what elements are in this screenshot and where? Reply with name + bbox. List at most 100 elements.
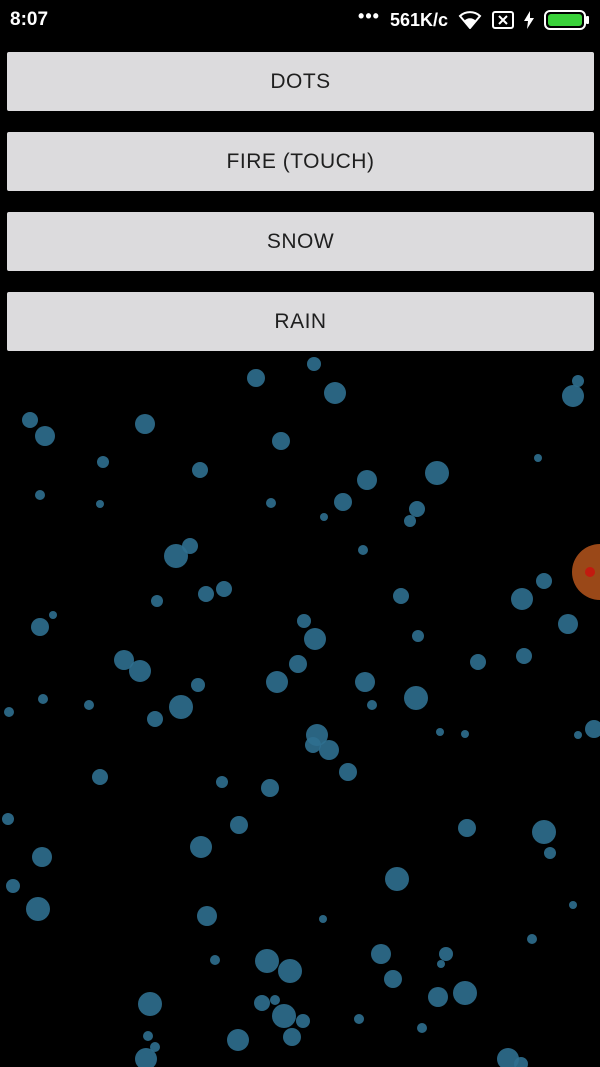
snow-particle	[412, 630, 424, 642]
snow-particle	[216, 776, 228, 788]
snow-particle	[569, 901, 577, 909]
status-icons: ••• 561K/c	[358, 6, 590, 31]
snow-particle	[129, 660, 151, 682]
snow-particle	[354, 1014, 364, 1024]
snow-particle	[230, 816, 248, 834]
snow-particle	[270, 995, 280, 1005]
snow-particle	[38, 694, 48, 704]
snow-particle	[6, 879, 20, 893]
snow-particle	[428, 987, 448, 1007]
snow-particle	[384, 970, 402, 988]
snow-particle	[367, 700, 377, 710]
wifi-icon	[458, 11, 482, 29]
snow-particle	[198, 586, 214, 602]
snow-particle	[324, 382, 346, 404]
snow-particle	[319, 740, 339, 760]
snow-particle	[272, 432, 290, 450]
snow-particle	[289, 655, 307, 673]
rain-button[interactable]: RAIN	[7, 292, 594, 351]
snow-particle	[35, 490, 45, 500]
snow-particle	[192, 462, 208, 478]
snow-particle	[2, 813, 14, 825]
snow-particle	[197, 906, 217, 926]
snow-particle	[585, 720, 600, 738]
snow-particle	[147, 711, 163, 727]
snow-particle	[574, 731, 582, 739]
snow-particle	[371, 944, 391, 964]
snow-particle	[404, 515, 416, 527]
snow-particle	[516, 648, 532, 664]
snow-particle	[26, 897, 50, 921]
snow-particle	[296, 1014, 310, 1028]
snow-particle	[437, 960, 445, 968]
snow-particle	[558, 614, 578, 634]
snow-particle	[404, 686, 428, 710]
effect-buttons: DOTS FIRE (TOUCH) SNOW RAIN	[7, 52, 594, 372]
snow-particle	[255, 949, 279, 973]
snow-particle	[461, 730, 469, 738]
snow-particle	[562, 385, 584, 407]
particle-canvas[interactable]	[0, 352, 600, 1067]
snow-particle	[511, 588, 533, 610]
snow-particle	[358, 545, 368, 555]
snow-particle	[272, 1004, 296, 1028]
snow-particle	[227, 1029, 249, 1051]
snow-particle	[182, 538, 198, 554]
snow-particle	[97, 456, 109, 468]
network-speed: 561K/c	[389, 9, 448, 30]
snow-particle	[319, 915, 327, 923]
snow-particle	[470, 654, 486, 670]
dots-button[interactable]: DOTS	[7, 52, 594, 111]
more-dots-icon: •••	[358, 5, 380, 26]
snow-particle	[305, 737, 321, 753]
snow-particle	[191, 678, 205, 692]
snow-particle	[84, 700, 94, 710]
snow-button[interactable]: SNOW	[7, 212, 594, 271]
fire-touch-button[interactable]: FIRE (TOUCH)	[7, 132, 594, 191]
snow-particle	[320, 513, 328, 521]
snow-particle	[151, 595, 163, 607]
snow-particle	[92, 769, 108, 785]
snow-particle	[261, 779, 279, 797]
charging-bolt-icon	[524, 11, 534, 29]
snow-particle	[210, 955, 220, 965]
no-sim-icon	[492, 11, 514, 29]
snow-particle	[143, 1031, 153, 1041]
snow-particle	[417, 1023, 427, 1033]
snow-particle	[49, 611, 57, 619]
snow-particle	[534, 454, 542, 462]
snow-particle	[169, 695, 193, 719]
snow-particle	[31, 618, 49, 636]
snow-particle	[357, 470, 377, 490]
snow-particle	[409, 501, 425, 517]
snow-particle	[135, 414, 155, 434]
snow-particle	[544, 847, 556, 859]
snow-particle	[22, 412, 38, 428]
snow-particle	[536, 573, 552, 589]
snow-particle	[4, 707, 14, 717]
snow-particle	[278, 959, 302, 983]
snow-particle	[393, 588, 409, 604]
snow-particle	[304, 628, 326, 650]
snow-particle	[138, 992, 162, 1016]
snow-particle	[458, 819, 476, 837]
snow-particle	[334, 493, 352, 511]
battery-icon	[544, 10, 590, 30]
status-time: 8:07	[10, 9, 49, 30]
snow-particle	[254, 995, 270, 1011]
snow-particles	[2, 357, 600, 1067]
snow-particle	[532, 820, 556, 844]
snow-particle	[339, 763, 357, 781]
snow-particle	[425, 461, 449, 485]
status-bar: 8:07 ••• 561K/c	[0, 0, 600, 40]
snow-particle	[453, 981, 477, 1005]
snow-particle	[266, 671, 288, 693]
snow-particle	[283, 1028, 301, 1046]
snow-particle	[32, 847, 52, 867]
snow-particle	[385, 867, 409, 891]
snow-particle	[527, 934, 537, 944]
snow-particle	[35, 426, 55, 446]
snow-particle	[190, 836, 212, 858]
snow-particle	[436, 728, 444, 736]
snow-particle	[266, 498, 276, 508]
